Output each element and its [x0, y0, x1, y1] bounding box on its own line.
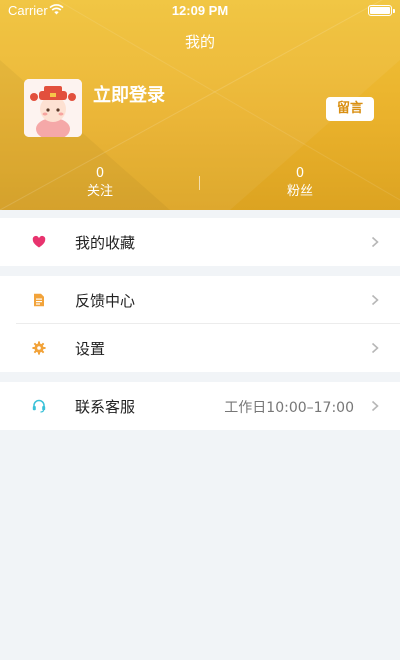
menu-item-label: 反馈中心: [75, 292, 136, 310]
followers-label: 粉丝: [286, 184, 313, 199]
menu-section-general: 反馈中心 设置: [0, 276, 400, 372]
battery-icon: [368, 5, 395, 16]
followers-count: 0: [295, 166, 305, 181]
gear-icon: [32, 341, 46, 355]
avatar[interactable]: [24, 79, 82, 137]
avatar-cartoon-icon: [24, 79, 82, 137]
chevron-right-icon: [371, 400, 379, 412]
menu-item-customer-service[interactable]: 联系客服 工作日10:00–17:00: [0, 382, 400, 430]
headset-icon: [32, 399, 46, 413]
status-bar: Carrier 12:09 PM: [0, 0, 400, 22]
message-button[interactable]: 留言: [326, 97, 374, 121]
service-hours: 工作日10:00–17:00: [224, 400, 354, 416]
menu-section-service: 联系客服 工作日10:00–17:00: [0, 382, 400, 430]
menu-item-label: 联系客服: [75, 398, 136, 416]
menu-item-feedback[interactable]: 反馈中心: [0, 276, 400, 324]
menu-section-favorites: 我的收藏: [0, 218, 400, 266]
chevron-right-icon: [371, 294, 379, 306]
page-title: 我的: [184, 33, 215, 51]
followers-stat[interactable]: 0 粉丝: [200, 166, 400, 201]
document-icon: [34, 293, 44, 307]
following-label: 关注: [86, 184, 113, 199]
menu-item-settings[interactable]: 设置: [0, 324, 400, 372]
clock: 12:09 PM: [171, 3, 229, 18]
chevron-right-icon: [371, 236, 379, 248]
chevron-right-icon: [371, 342, 379, 354]
menu-item-favorites[interactable]: 我的收藏: [0, 218, 400, 266]
following-count: 0: [95, 166, 105, 181]
menu-item-label: 设置: [75, 340, 106, 358]
login-link[interactable]: 立即登录: [93, 81, 165, 107]
menu-item-label: 我的收藏: [75, 234, 136, 252]
heart-icon: [32, 235, 46, 248]
following-stat[interactable]: 0 关注: [0, 166, 200, 201]
